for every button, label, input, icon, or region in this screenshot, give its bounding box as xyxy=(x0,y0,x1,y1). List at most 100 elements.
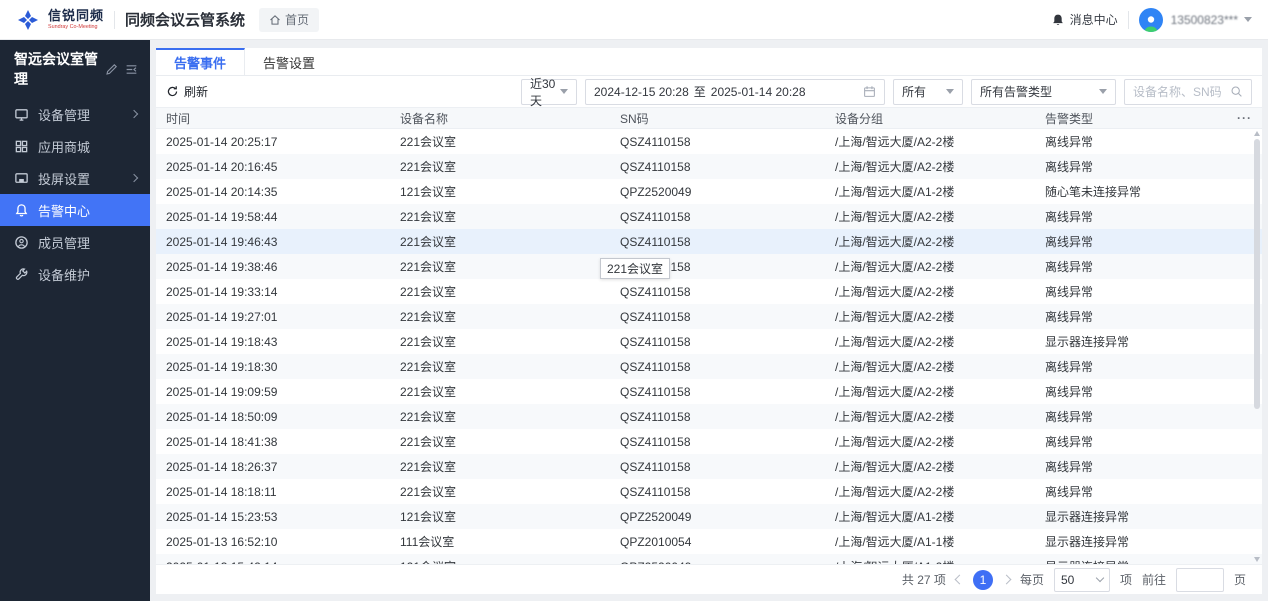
collapse-sidebar-icon[interactable] xyxy=(125,63,138,76)
goto-prefix: 前往 xyxy=(1141,573,1166,587)
table-cell: 离线异常 xyxy=(1045,360,1094,374)
table-cell: /上海/智远大厦/A2-2楼 xyxy=(835,435,955,449)
table-row[interactable]: 2025-01-14 19:46:43 221会议室 QSZ4110158/上海/智… xyxy=(156,229,1262,254)
group-select-value: 所有 xyxy=(902,85,927,99)
table-row[interactable]: 2025-01-14 19:18:30 221会议室 QSZ4110158/上海/智… xyxy=(156,354,1262,379)
table-cell: 2025-01-14 18:26:37 xyxy=(166,459,278,474)
tab-alarm-settings[interactable]: 告警设置 xyxy=(245,48,333,75)
user-caret-down-icon[interactable] xyxy=(1244,17,1252,22)
table-cell: /上海/智远大厦/A2-2楼 xyxy=(835,460,955,474)
table-cell: /上海/智远大厦/A2-2楼 xyxy=(835,135,955,149)
page-size-select[interactable]: 50 xyxy=(1053,567,1110,592)
table-row[interactable]: 2025-01-14 20:25:17 221会议室 QSZ4110158/上海/智… xyxy=(156,129,1262,154)
table-cell: 2025-01-14 19:38:46 xyxy=(166,259,278,274)
table-cell: QSZ4110158 xyxy=(620,159,691,174)
table-row[interactable]: 2025-01-14 18:18:11 221会议室 QSZ4110158/上海/智… xyxy=(156,479,1262,504)
table-row[interactable]: 2025-01-14 18:41:38 221会议室 QSZ4110158/上海/智… xyxy=(156,429,1262,454)
table-row[interactable]: 2025-01-13 16:52:10 111会议室 QPZ2010054/上海/智… xyxy=(156,529,1262,554)
table-cell: 显示器连接异常 xyxy=(1045,335,1130,349)
table-row[interactable]: 2025-01-14 19:09:59 221会议室 QSZ4110158/上海/智… xyxy=(156,379,1262,404)
table-cell: /上海/智远大厦/A2-2楼 xyxy=(835,310,955,324)
table-row[interactable]: 2025-01-14 18:50:09 221会议室 QSZ4110158/上海/智… xyxy=(156,404,1262,429)
refresh-label: 刷新 xyxy=(184,85,209,99)
table-row[interactable]: 2025-01-13 15:42:14121会议室QPZ2520049/上海/智… xyxy=(156,554,1262,564)
home-label: 首页 xyxy=(285,13,310,27)
table-row[interactable]: 2025-01-14 20:14:35 121会议室 QPZ2520049/上海/智… xyxy=(156,179,1262,204)
search-icon xyxy=(1231,86,1242,97)
brand-text: 信锐同频 Sundray Co-Meeting xyxy=(48,9,104,30)
alarm-type-select[interactable]: 所有告警类型 xyxy=(971,78,1116,105)
table-cell: /上海/智远大厦/A2-2楼 xyxy=(835,235,955,249)
date-range-picker[interactable]: 2024-12-15 20:28 至 2025-01-14 20:28 xyxy=(585,78,885,105)
goto-page-input[interactable] xyxy=(1175,567,1224,592)
device-name-tooltip: 221会议室 xyxy=(600,258,671,279)
scroll-down-icon[interactable] xyxy=(1254,557,1260,562)
table-cell: 221会议室 xyxy=(400,335,457,349)
table-row[interactable]: 2025-01-14 19:27:01 221会议室 QSZ4110158/上海/智… xyxy=(156,304,1262,329)
table-cell: QPZ2520049 xyxy=(620,509,692,524)
table-row[interactable]: 2025-01-14 19:33:14 221会议室 QSZ4110158/上海/智… xyxy=(156,279,1262,304)
vertical-scrollbar[interactable] xyxy=(1253,129,1261,564)
table-row[interactable]: 2025-01-14 19:58:44 221会议室 QSZ4110158/上海/智… xyxy=(156,204,1262,229)
sidebar-item-0[interactable]: 设备管理 xyxy=(0,98,150,130)
table-row[interactable]: 2025-01-14 20:16:45 221会议室 QSZ4110158/上海/智… xyxy=(156,154,1262,179)
table-row[interactable]: 2025-01-14 15:23:53 121会议室 QPZ2520049/上海/智… xyxy=(156,504,1262,529)
device-group-select[interactable]: 所有 xyxy=(893,78,963,105)
sidebar-item-3[interactable]: 告警中心 xyxy=(0,194,150,226)
current-page-button[interactable]: 1 xyxy=(972,569,993,590)
col-device-group: 设备分组 xyxy=(835,111,884,126)
table-cell: 221会议室 xyxy=(400,235,457,249)
table-row[interactable]: 2025-01-14 18:26:37 221会议室 QSZ4110158/上海/智… xyxy=(156,454,1262,479)
next-page-icon[interactable] xyxy=(1001,574,1012,585)
calendar-icon xyxy=(864,86,875,97)
scrollbar-thumb[interactable] xyxy=(1254,139,1260,409)
prev-page-icon[interactable] xyxy=(954,574,965,585)
alarm-bell-icon xyxy=(15,203,28,217)
table-cell: 221会议室 xyxy=(400,285,457,299)
brand-name: 信锐同频 xyxy=(48,8,105,23)
table-row[interactable]: 2025-01-14 19:38:46221会议室QSZ4110158/上海/智… xyxy=(156,254,1262,279)
table-cell: 离线异常 xyxy=(1045,260,1094,274)
column-settings-button[interactable]: ··· xyxy=(1237,108,1252,128)
tab-alarm-events[interactable]: 告警事件 xyxy=(156,48,246,75)
pagination: 共 27 项 1 每页 50 项 前往 页 xyxy=(156,564,1262,594)
table-cell: 221会议室 xyxy=(400,135,457,149)
sidebar-item-4[interactable]: 成员管理 xyxy=(0,226,150,258)
sidebar-item-1[interactable]: 应用商城 xyxy=(0,130,150,162)
total-count: 共 27 项 xyxy=(901,573,946,587)
scroll-up-icon[interactable] xyxy=(1254,131,1260,136)
table-row[interactable]: 2025-01-14 19:18:43 221会议室 QSZ4110158/上海/智… xyxy=(156,329,1262,354)
table-cell: /上海/智远大厦/A2-2楼 xyxy=(835,485,955,499)
date-preset-select[interactable]: 近30天 xyxy=(521,77,577,108)
table-cell: 2025-01-13 15:42:14 xyxy=(166,560,400,565)
table-cell: /上海/智远大厦/A2-2楼 xyxy=(835,335,955,349)
table-cell: 离线异常 xyxy=(1045,310,1094,324)
home-button[interactable]: 首页 xyxy=(259,7,320,32)
refresh-button[interactable]: 刷新 xyxy=(166,83,208,100)
table-cell: 显示器连接异常 xyxy=(1045,558,1262,564)
screen-cast-icon xyxy=(15,172,28,183)
caret-down-icon xyxy=(1099,89,1107,94)
sidebar-item-label: 成员管理 xyxy=(38,235,91,251)
edit-pencil-icon[interactable] xyxy=(105,63,118,76)
message-center-button[interactable]: 消息中心 xyxy=(1051,11,1118,28)
members-icon xyxy=(15,235,28,249)
sidebar: 智远会议室管理 设备管理 应用商城 投屏设置 告警中心 成员管理 设备维护 xyxy=(0,40,150,601)
caret-down-icon xyxy=(560,89,568,94)
sidebar-item-5[interactable]: 设备维护 xyxy=(0,258,150,290)
sidebar-item-2[interactable]: 投屏设置 xyxy=(0,162,150,194)
table-cell: /上海/智远大厦/A2-2楼 xyxy=(835,260,955,274)
col-time: 时间 xyxy=(166,111,191,126)
search-input[interactable]: 设备名称、SN码 xyxy=(1124,78,1252,105)
table-cell: 221会议室 xyxy=(400,210,457,224)
date-end: 2025-01-14 20:28 xyxy=(710,84,806,99)
sidebar-item-label: 应用商城 xyxy=(38,139,91,155)
table-cell: QSZ4110158 xyxy=(620,334,691,349)
date-preset-value: 近30天 xyxy=(530,76,556,108)
table-cell: 2025-01-14 19:18:43 xyxy=(166,334,278,349)
device-icon xyxy=(15,108,28,121)
table-cell: 2025-01-14 18:18:11 xyxy=(166,484,277,499)
username[interactable]: 13500823*** xyxy=(1171,13,1238,27)
user-avatar[interactable] xyxy=(1138,7,1163,32)
table-cell: 离线异常 xyxy=(1045,410,1094,424)
